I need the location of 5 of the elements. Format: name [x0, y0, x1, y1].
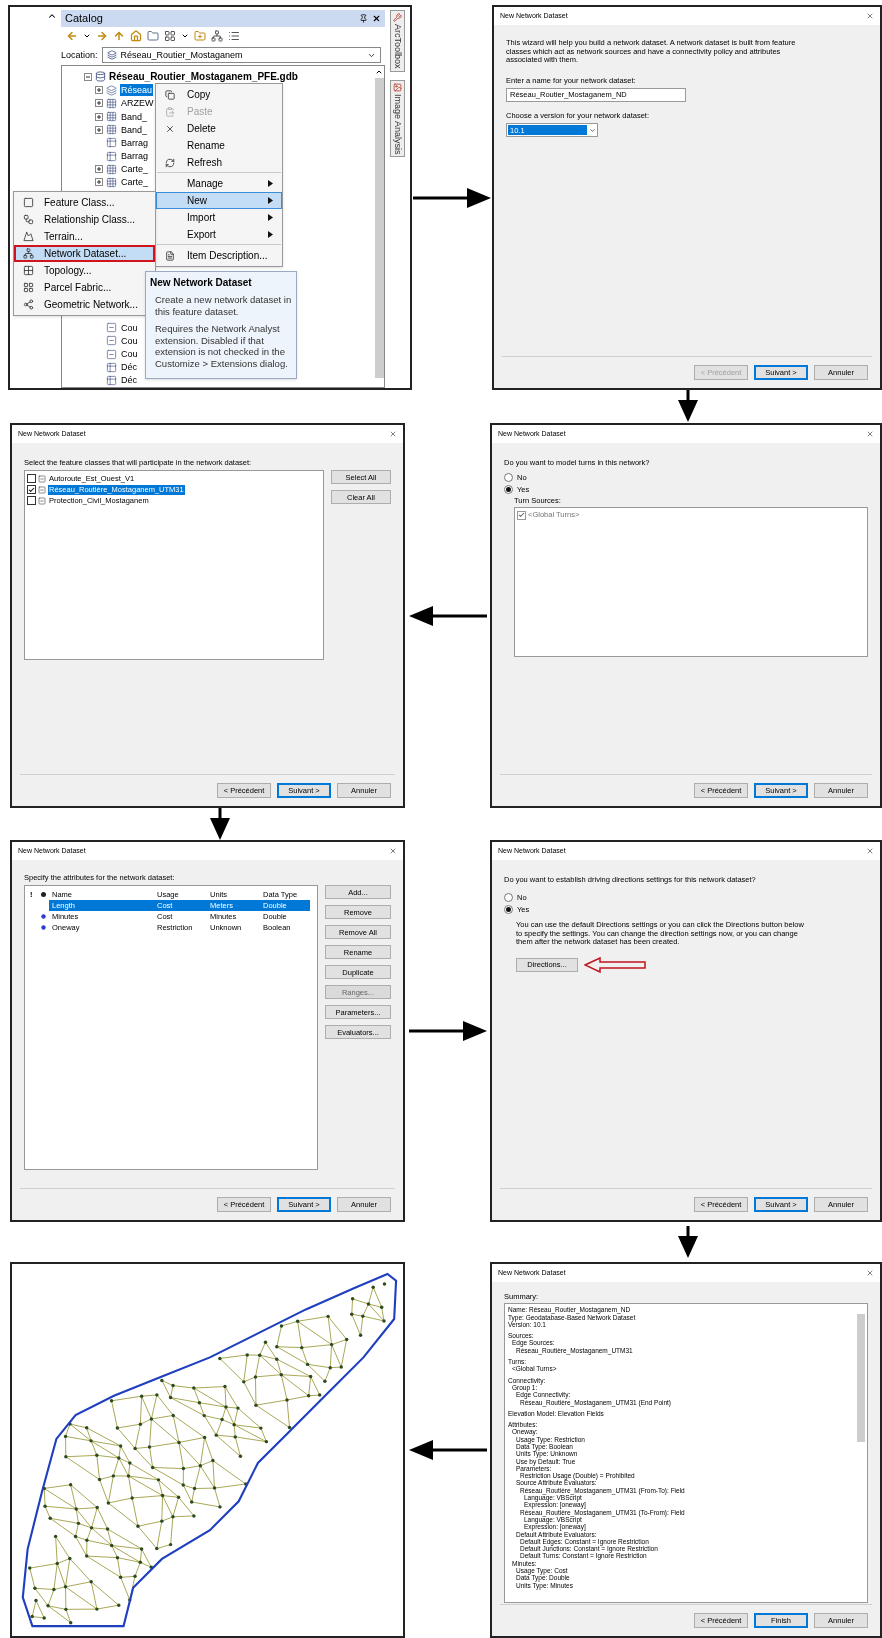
tooltip-title: New Network Dataset [150, 276, 253, 290]
tooltip-text: Requires the Network Analyst extension. Disabled if that extension is not checked in the Customize > Extensions dialog. [154, 323, 289, 369]
panel-title: Catalog [65, 11, 103, 26]
tooltip-text: Create a new network dataset in this feature dataset. [154, 294, 292, 317]
location-label: Location: [61, 48, 98, 62]
